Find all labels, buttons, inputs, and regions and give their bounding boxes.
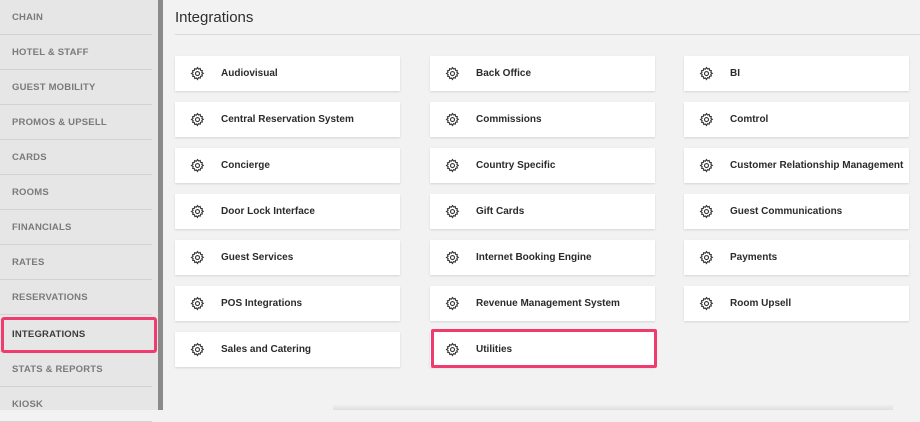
integration-card-comtrol[interactable]: Comtrol [684, 102, 909, 137]
integration-card-label: Commissions [476, 114, 542, 125]
sidebar-item-promos-upsell[interactable]: PROMOS & UPSELL [0, 105, 152, 140]
sidebar-item-label: RESERVATIONS [12, 291, 88, 303]
gear-icon [190, 66, 205, 81]
integration-card-label: Country Specific [476, 160, 556, 171]
sidebar-item-stats-reports[interactable]: STATS & REPORTS [0, 352, 152, 387]
integration-card-label: BI [730, 68, 740, 79]
sidebar-item-label: INTEGRATIONS [12, 328, 86, 340]
gear-icon [190, 342, 205, 357]
gear-icon [190, 296, 205, 311]
integration-card-label: Door Lock Interface [221, 206, 315, 217]
integration-card-label: Room Upsell [730, 298, 792, 309]
gear-icon [699, 296, 714, 311]
sidebar-item-cards[interactable]: CARDS [0, 140, 152, 175]
sidebar-item-integrations[interactable]: INTEGRATIONS [0, 317, 152, 352]
title-divider [175, 34, 920, 35]
sidebar: CHAIN HOTEL & STAFF GUEST MOBILITY PROMO… [0, 0, 158, 422]
integration-card-commissions[interactable]: Commissions [430, 102, 655, 137]
integration-card-label: Customer Relationship Management [730, 160, 904, 171]
integration-card-label: POS Integrations [221, 298, 303, 309]
integration-card-guest-services[interactable]: Guest Services [175, 240, 400, 275]
main-content: Integrations Audiovisual Back Office BI … [163, 0, 920, 410]
gear-icon [445, 204, 460, 219]
integration-card-label: Guest Communications [730, 206, 843, 217]
gear-icon [190, 250, 205, 265]
sidebar-item-label: GUEST MOBILITY [12, 81, 96, 93]
sidebar-item-reservations[interactable]: RESERVATIONS [0, 280, 152, 315]
integration-card-guest-communications[interactable]: Guest Communications [684, 194, 909, 229]
gear-icon [699, 250, 714, 265]
integration-card-label: Guest Services [221, 252, 294, 263]
gear-icon [699, 66, 714, 81]
integration-card-concierge[interactable]: Concierge [175, 148, 400, 183]
integration-card-label: Internet Booking Engine [476, 252, 592, 263]
integration-card-revenue-management-system[interactable]: Revenue Management System [430, 286, 655, 321]
integration-card-sales-and-catering[interactable]: Sales and Catering [175, 332, 400, 367]
sidebar-item-label: PROMOS & UPSELL [12, 116, 107, 128]
integration-card-gift-cards[interactable]: Gift Cards [430, 194, 655, 229]
gear-icon [699, 204, 714, 219]
page-title: Integrations [175, 9, 254, 26]
integration-card-internet-booking-engine[interactable]: Internet Booking Engine [430, 240, 655, 275]
gear-icon [445, 158, 460, 173]
gear-icon [699, 158, 714, 173]
gear-icon [445, 250, 460, 265]
integration-card-label: Central Reservation System [221, 114, 354, 125]
sidebar-item-label: CARDS [12, 151, 47, 163]
gear-icon [190, 112, 205, 127]
sidebar-item-chain[interactable]: CHAIN [0, 0, 152, 35]
sidebar-item-rooms[interactable]: ROOMS [0, 175, 152, 210]
sidebar-item-label: FINANCIALS [12, 221, 72, 233]
sidebar-item-financials[interactable]: FINANCIALS [0, 210, 152, 245]
integration-card-label: Utilities [476, 344, 513, 355]
sidebar-item-label: ROOMS [12, 186, 49, 198]
integration-card-room-upsell[interactable]: Room Upsell [684, 286, 909, 321]
integration-card-label: Audiovisual [221, 68, 278, 79]
integration-card-country-specific[interactable]: Country Specific [430, 148, 655, 183]
gear-icon [445, 342, 460, 357]
sidebar-item-label: STATS & REPORTS [12, 363, 103, 375]
sidebar-item-label: KIOSK [12, 398, 44, 410]
gear-icon [699, 112, 714, 127]
bottom-shadow [333, 404, 893, 410]
sidebar-item-label: HOTEL & STAFF [12, 46, 89, 58]
integration-card-payments[interactable]: Payments [684, 240, 909, 275]
gear-icon [445, 296, 460, 311]
integration-card-central-reservation-system[interactable]: Central Reservation System [175, 102, 400, 137]
sidebar-item-guest-mobility[interactable]: GUEST MOBILITY [0, 70, 152, 105]
integration-card-pos-integrations[interactable]: POS Integrations [175, 286, 400, 321]
sidebar-item-label: CHAIN [12, 11, 44, 23]
integration-card-label: Revenue Management System [476, 298, 620, 309]
integration-card-label: Gift Cards [476, 206, 525, 217]
integration-card-label: Comtrol [730, 114, 769, 125]
integration-card-audiovisual[interactable]: Audiovisual [175, 56, 400, 91]
integration-card-bi[interactable]: BI [684, 56, 909, 91]
integration-card-label: Concierge [221, 160, 270, 171]
sidebar-item-label: RATES [12, 256, 45, 268]
gear-icon [445, 112, 460, 127]
integration-card-back-office[interactable]: Back Office [430, 56, 655, 91]
sidebar-item-rates[interactable]: RATES [0, 245, 152, 280]
integration-card-label: Sales and Catering [221, 344, 312, 355]
sidebar-item-hotel-staff[interactable]: HOTEL & STAFF [0, 35, 152, 70]
gear-icon [190, 204, 205, 219]
gear-icon [445, 66, 460, 81]
gear-icon [190, 158, 205, 173]
integration-card-customer-relationship-management[interactable]: Customer Relationship Management [684, 148, 909, 183]
sidebar-item-kiosk[interactable]: KIOSK [0, 387, 152, 422]
integration-card-door-lock-interface[interactable]: Door Lock Interface [175, 194, 400, 229]
integration-card-label: Back Office [476, 68, 532, 79]
integration-card-utilities[interactable]: Utilities [430, 332, 655, 367]
integration-card-label: Payments [730, 252, 778, 263]
